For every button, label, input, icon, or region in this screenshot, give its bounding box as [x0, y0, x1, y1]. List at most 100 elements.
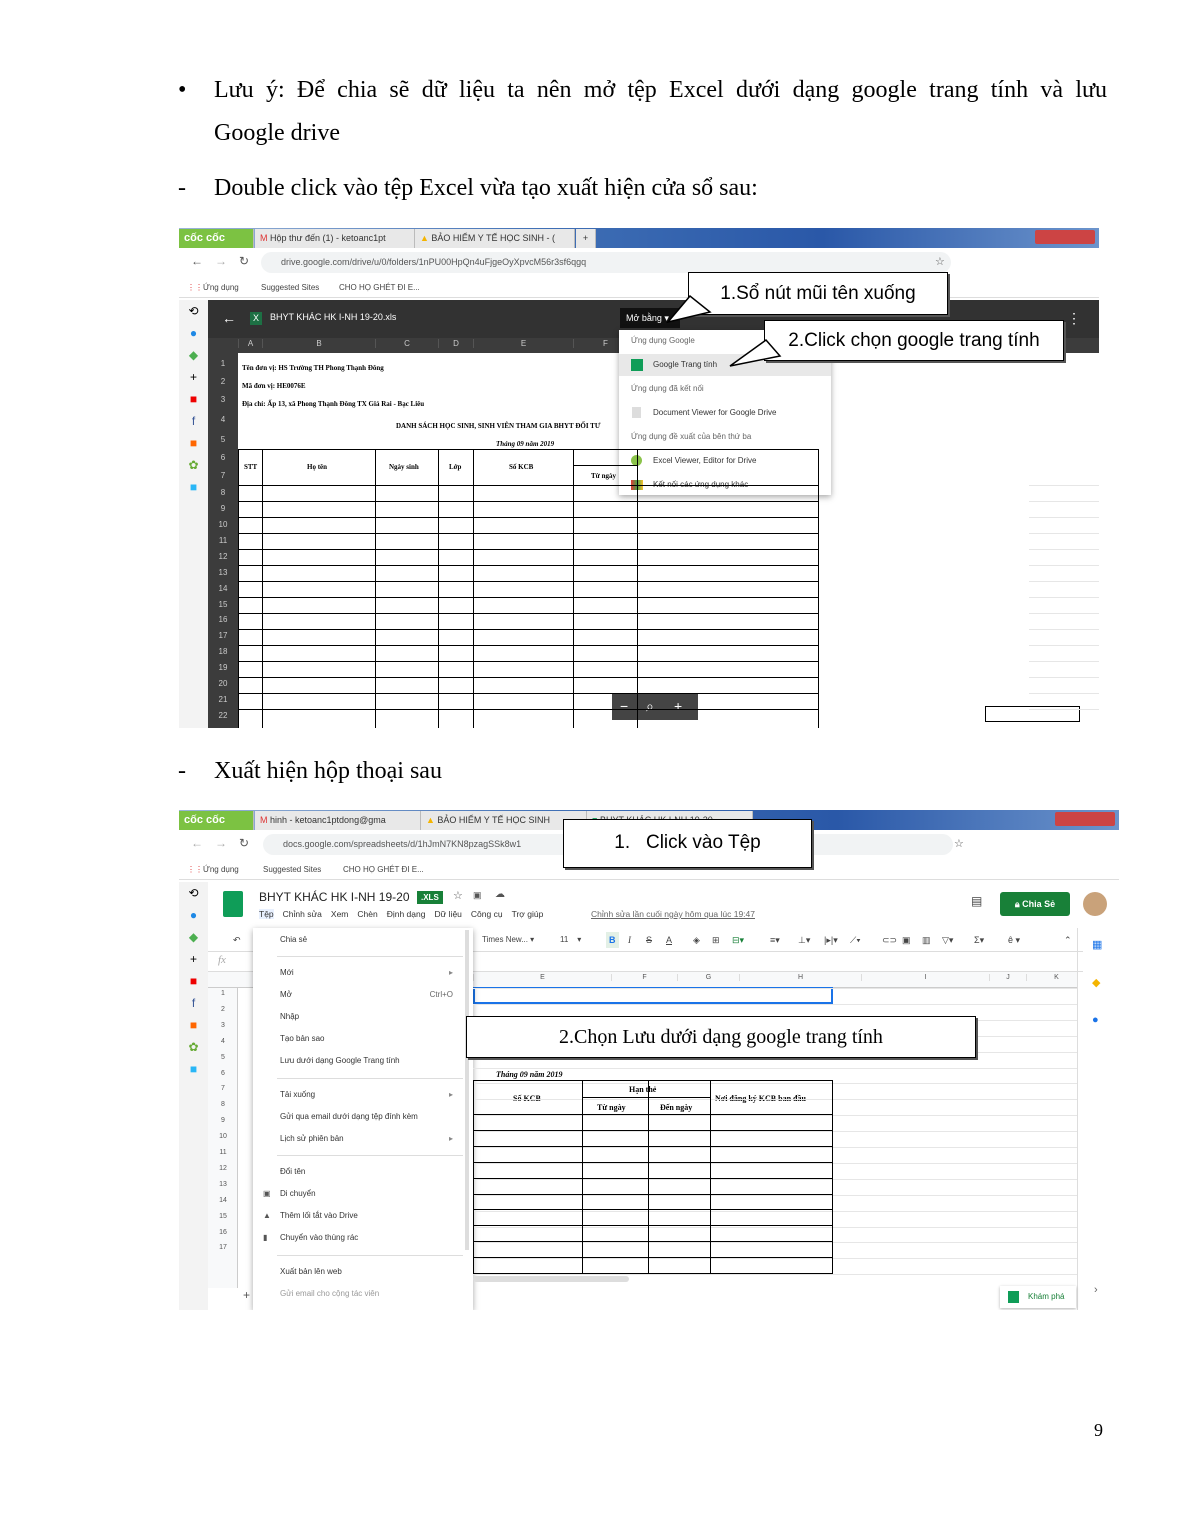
horizontal-scrollbar[interactable] [473, 1276, 629, 1282]
forward-icon[interactable]: → [215, 836, 227, 850]
history-icon[interactable]: ⟲ [179, 882, 208, 904]
fill-color-icon[interactable]: ◈ [693, 928, 700, 952]
menu-7[interactable]: Trợ giúp [512, 909, 544, 919]
file-menu-item[interactable]: Lưu dưới dạng Google Trang tính [253, 1050, 473, 1072]
wrap-icon[interactable]: |▸|▾ [824, 928, 838, 952]
collapse-icon[interactable]: ⌃ [1064, 928, 1072, 952]
bookmark-suggested[interactable]: Suggested Sites [263, 860, 321, 880]
window-controls[interactable] [1055, 812, 1115, 826]
row-number[interactable]: 14 [208, 1197, 238, 1204]
font-select[interactable]: Times New... ▾ [482, 928, 534, 952]
shopee-icon[interactable]: ■ [179, 1014, 208, 1036]
menu-2[interactable]: Xem [331, 909, 348, 919]
align-icon[interactable]: ≡▾ [770, 928, 780, 952]
add-sheet-button[interactable]: + [243, 1288, 250, 1302]
comment-icon[interactable]: ▣ [902, 928, 911, 952]
file-menu-item[interactable]: Mở Ctrl+O [253, 984, 473, 1006]
menu-0[interactable]: Tệp [259, 909, 274, 919]
avatar[interactable] [1083, 892, 1107, 916]
keep-icon[interactable]: ◆ [1092, 976, 1100, 989]
column-header-cell[interactable]: G [677, 974, 739, 981]
menu-6[interactable]: Công cụ [471, 909, 503, 919]
bold-button[interactable]: B [606, 932, 619, 948]
star-icon[interactable]: ☆ [954, 837, 964, 850]
row-number[interactable]: 15 [208, 1213, 238, 1220]
valign-icon[interactable]: ⊥▾ [798, 928, 810, 952]
italic-button[interactable]: I [628, 928, 631, 952]
calendar-icon[interactable]: ▦ [1092, 938, 1102, 951]
merge-icon[interactable]: ⊟▾ [732, 928, 744, 952]
chart-icon[interactable]: ▥ [922, 928, 931, 952]
tab-coccoc[interactable]: cốc cốc [179, 811, 254, 830]
star-icon[interactable]: ☆ [453, 889, 463, 902]
rotate-icon[interactable]: ⟋▾ [850, 928, 861, 952]
row-number[interactable]: 11 [208, 1149, 238, 1156]
file-menu-item[interactable]: Tải xuống ▸ [253, 1084, 473, 1106]
file-menu-item[interactable]: ▮ Chuyển vào thùng rác [253, 1227, 473, 1249]
file-menu-item[interactable]: Gửi email cho cộng tác viên [253, 1283, 473, 1305]
row-number[interactable]: 6 [208, 1070, 238, 1077]
folder-icon[interactable]: ▣ [473, 890, 482, 901]
file-menu-item[interactable]: Lịch sử phiên bản ▸ [253, 1128, 473, 1150]
row-number[interactable]: 7 [208, 1085, 238, 1092]
column-header-cell[interactable]: E [473, 974, 611, 981]
borders-icon[interactable]: ⊞ [712, 928, 720, 952]
strikethrough-button[interactable]: S [646, 928, 652, 952]
share-button[interactable]: 🔒︎ Chia Sẻ [1000, 892, 1070, 916]
row-number[interactable]: 9 [208, 1117, 238, 1124]
tab-gmail[interactable]: M hinh - ketoanc1ptdong@gma [255, 811, 421, 830]
row-number[interactable]: 2 [208, 1006, 238, 1013]
row-number[interactable]: 3 [208, 1022, 238, 1029]
menu-3[interactable]: Chèn [357, 909, 377, 919]
text-color-button[interactable]: A [666, 928, 672, 952]
column-header-cell[interactable]: J [989, 974, 1026, 981]
row-number[interactable]: 12 [208, 1165, 238, 1172]
column-header-cell[interactable]: F [611, 974, 677, 981]
functions-icon[interactable]: Σ▾ [974, 928, 984, 952]
cloud-icon[interactable]: ☁ [495, 889, 505, 900]
bookmark-apps[interactable]: Ứng dụng [203, 860, 239, 880]
font-size-select[interactable]: 11 ▾ [560, 928, 581, 952]
back-icon[interactable]: ← [191, 836, 203, 850]
reload-icon[interactable]: ↻ [239, 836, 249, 850]
doc-title[interactable]: BHYT KHÁC HK I-NH 19-20 [259, 890, 410, 904]
youtube-icon[interactable]: ■ [179, 970, 208, 992]
row-number[interactable]: 1 [208, 990, 238, 997]
facebook-icon[interactable]: f [179, 992, 208, 1014]
comments-icon[interactable]: ▤ [971, 894, 982, 908]
bookmark-youtube[interactable]: CHO HỌ GHÉT ĐI E... [343, 860, 424, 880]
add-icon[interactable]: + [179, 948, 208, 970]
tasks-icon[interactable]: ● [1092, 1014, 1099, 1026]
menu-1[interactable]: Chỉnh sửa [283, 909, 322, 919]
tiki-icon[interactable]: ■ [179, 1058, 208, 1080]
sheets-logo-icon[interactable] [223, 891, 243, 917]
row-number[interactable]: 4 [208, 1038, 238, 1045]
messenger-icon[interactable]: ● [179, 904, 208, 926]
menu-scrollbar[interactable] [465, 930, 469, 1250]
file-menu-item[interactable]: Mới ▸ [253, 962, 473, 984]
file-menu-item[interactable]: Nhập [253, 1006, 473, 1028]
row-number[interactable]: 5 [208, 1054, 238, 1061]
undo-icon[interactable]: ↶ [233, 928, 241, 952]
row-number[interactable]: 8 [208, 1101, 238, 1108]
file-menu-item[interactable]: Chia sẻ [253, 929, 473, 951]
file-menu-item[interactable]: Tạo bản sao [253, 1028, 473, 1050]
menu-5[interactable]: Dữ liệu [434, 909, 461, 919]
leaf-icon[interactable]: ✿ [179, 1036, 208, 1058]
file-menu-item[interactable]: Gửi qua email dưới dạng tệp đính kèm [253, 1106, 473, 1128]
input-tools-icon[interactable]: ê ▾ [1008, 928, 1020, 952]
row-number[interactable]: 10 [208, 1133, 238, 1140]
game-icon[interactable]: ◆ [179, 926, 208, 948]
row-number[interactable]: 13 [208, 1181, 238, 1188]
expand-panel-icon[interactable]: › [1094, 1284, 1098, 1296]
menu-4[interactable]: Định dạng [387, 909, 426, 919]
column-header-cell[interactable]: I [861, 974, 989, 981]
explore-button[interactable]: Khám phá [1000, 1286, 1076, 1308]
file-menu-item[interactable]: ▣ Di chuyển [253, 1183, 473, 1205]
column-header-cell[interactable]: H [739, 974, 861, 981]
row-number[interactable]: 17 [208, 1244, 238, 1251]
last-edit-link[interactable]: Chỉnh sửa lần cuối ngày hôm qua lúc 19:4… [591, 909, 755, 919]
file-menu-item[interactable]: Xuất bản lên web [253, 1261, 473, 1283]
link-icon[interactable]: ⊂⊃ [882, 928, 897, 952]
row-number[interactable]: 16 [208, 1229, 238, 1236]
